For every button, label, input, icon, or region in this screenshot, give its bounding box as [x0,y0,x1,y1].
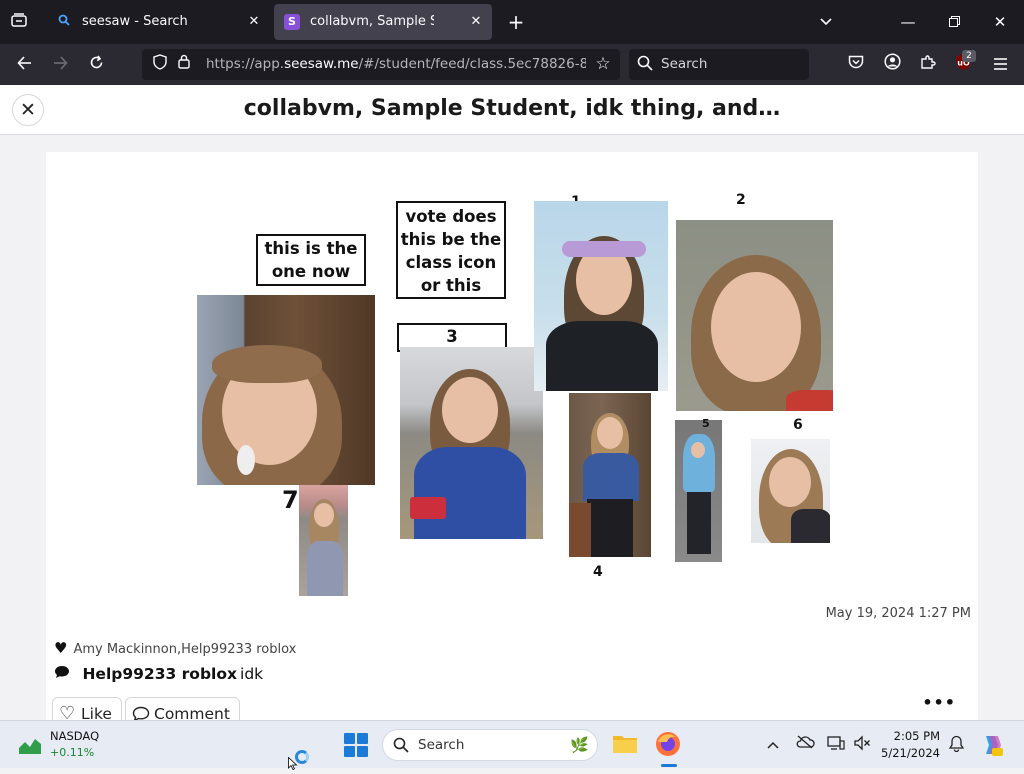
close-tab-icon[interactable]: ✕ [468,4,484,40]
tab-strip: seesaw - Search ✕ S collabvm, Sample Stu… [0,0,1024,44]
windows-start-icon[interactable] [344,733,368,757]
student-photo [299,485,348,596]
tab-title: collabvm, Sample Student, idk thing, and… [310,14,434,29]
comment: Help99233 roblox idk [54,665,263,683]
stock-change[interactable]: +0.11% [50,746,94,759]
windows-taskbar: NASDAQ +0.11% Search 🌿 2:05 PM 5/21/2024 [0,720,1024,768]
close-tab-icon[interactable]: ✕ [246,4,262,40]
comment-outline-icon [132,698,150,720]
search-favicon-icon [56,14,72,30]
hamburger-icon[interactable] [988,53,1012,77]
reload-icon[interactable] [81,50,111,80]
mouse-pointer-icon [288,755,298,771]
pocket-icon[interactable] [844,53,868,77]
taskbar-search-input[interactable]: Search 🌿 [382,729,598,761]
url-text[interactable]: https://app.seesaw.me/#/student/feed/cla… [206,49,586,80]
extension-badge: 2 [962,50,976,62]
student-photo [676,220,833,411]
active-app-indicator [661,764,677,767]
chevron-up-icon[interactable] [763,735,783,755]
comment-button[interactable]: Comment [125,697,240,720]
comment-bubble-icon [54,666,74,683]
taskbar-search-placeholder: Search [418,737,465,753]
student-photo [534,201,668,391]
number-two: 2 [736,192,746,208]
number-seven: 7 [282,486,299,514]
account-icon[interactable] [880,53,904,77]
label-this-is-the-one-now: this is the one now [256,234,366,286]
lock-icon[interactable] [176,54,192,76]
comment-label: Comment [154,705,230,720]
puzzle-icon[interactable] [916,53,940,77]
heart-outline-icon: ♡ [59,703,76,720]
seesaw-post-page: ✕ collabvm, Sample Student, idk thing, a… [0,85,1024,720]
seesaw-favicon-icon: S [284,14,300,30]
plus-icon[interactable]: + [504,8,528,36]
post-card: this is the one now vote does this be th… [46,152,978,720]
label-vote: vote does this be the class icon or this [396,201,506,299]
close-post-button[interactable]: ✕ [12,94,44,126]
shield-icon[interactable] [150,54,170,76]
clock-date[interactable]: 5/21/2024 [881,746,940,760]
student-photo [400,347,543,539]
liked-by-names[interactable]: Amy Mackinnon,Help99233 roblox [73,642,296,657]
bell-icon[interactable] [946,735,966,755]
restore-icon[interactable] [934,6,974,38]
heart-icon: ♥ [54,639,68,657]
firefox-icon[interactable] [654,730,684,760]
number-four: 4 [593,564,603,580]
chevron-down-icon[interactable] [814,10,838,34]
file-explorer-icon[interactable] [611,730,641,760]
stock-name[interactable]: NASDAQ [50,729,99,743]
student-photo [675,420,722,562]
liked-by: ♥ Amy Mackinnon,Help99233 roblox [54,639,296,657]
search-highlight-icon: 🌿 [570,736,589,754]
clock-time[interactable]: 2:05 PM [894,729,940,743]
tab-title: seesaw - Search [82,14,188,29]
minimize-icon[interactable]: — [888,6,928,38]
onedrive-offline-icon[interactable] [795,735,815,755]
post-timestamp: May 19, 2024 1:27 PM [825,606,971,621]
more-options-button[interactable]: ••• [922,693,956,712]
arrow-right-icon[interactable] [45,50,75,80]
close-window-icon[interactable]: ✕ [980,6,1020,38]
speaker-muted-icon[interactable] [852,735,872,755]
comment-text: idk [240,665,264,683]
number-six: 6 [793,417,803,433]
search-icon [637,55,655,73]
number-five: 5 [702,417,710,430]
url-bar[interactable]: https://app.seesaw.me/#/student/feed/cla… [142,49,620,80]
comment-author[interactable]: Help99233 roblox [82,665,237,683]
tab-seesaw-search[interactable]: seesaw - Search ✕ [46,4,270,40]
student-photo [751,439,830,543]
tab-collabvm-post[interactable]: S collabvm, Sample Student, idk thing, a… [274,4,492,40]
navigation-bar: https://app.seesaw.me/#/student/feed/cla… [0,44,1024,85]
like-button[interactable]: ♡ Like [52,697,122,720]
search-placeholder: Search [661,56,708,72]
arrow-left-icon[interactable] [9,50,39,80]
student-photo [569,393,651,557]
like-label: Like [81,705,112,720]
post-header: ✕ collabvm, Sample Student, idk thing, a… [0,85,1024,135]
network-icon[interactable] [826,735,846,755]
stock-chart-icon[interactable] [19,736,41,754]
copilot-icon[interactable] [980,733,1004,757]
search-input[interactable]: Search [629,49,809,80]
student-photo [197,295,375,485]
tab-list-icon[interactable] [6,10,32,34]
page-title: collabvm, Sample Student, idk thing, and… [243,96,781,121]
search-icon [393,737,411,755]
star-icon[interactable]: ☆ [592,53,614,75]
